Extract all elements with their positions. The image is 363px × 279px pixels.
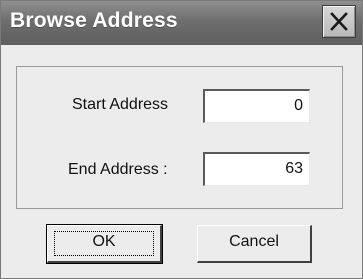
end-address-field[interactable]: 63 [203, 152, 310, 186]
cancel-button-label: Cancel [229, 233, 279, 250]
start-address-field[interactable]: 0 [203, 89, 310, 123]
close-icon [330, 12, 348, 31]
window-title: Browse Address [10, 9, 178, 32]
address-group-frame: Start Address 0 End Address : 63 [16, 66, 343, 209]
close-button[interactable] [322, 5, 356, 38]
end-address-label: End Address : [68, 161, 168, 178]
end-address-value: 63 [285, 160, 303, 177]
start-address-label: Start Address [72, 96, 169, 113]
browse-address-dialog: Browse Address Start Address 0 End Addre… [0, 0, 363, 279]
title-bar[interactable]: Browse Address [1, 1, 362, 45]
cancel-button[interactable]: Cancel [197, 225, 312, 263]
ok-button-label: OK [92, 233, 116, 250]
start-address-value: 0 [294, 97, 303, 114]
ok-button[interactable]: OK [46, 224, 163, 264]
